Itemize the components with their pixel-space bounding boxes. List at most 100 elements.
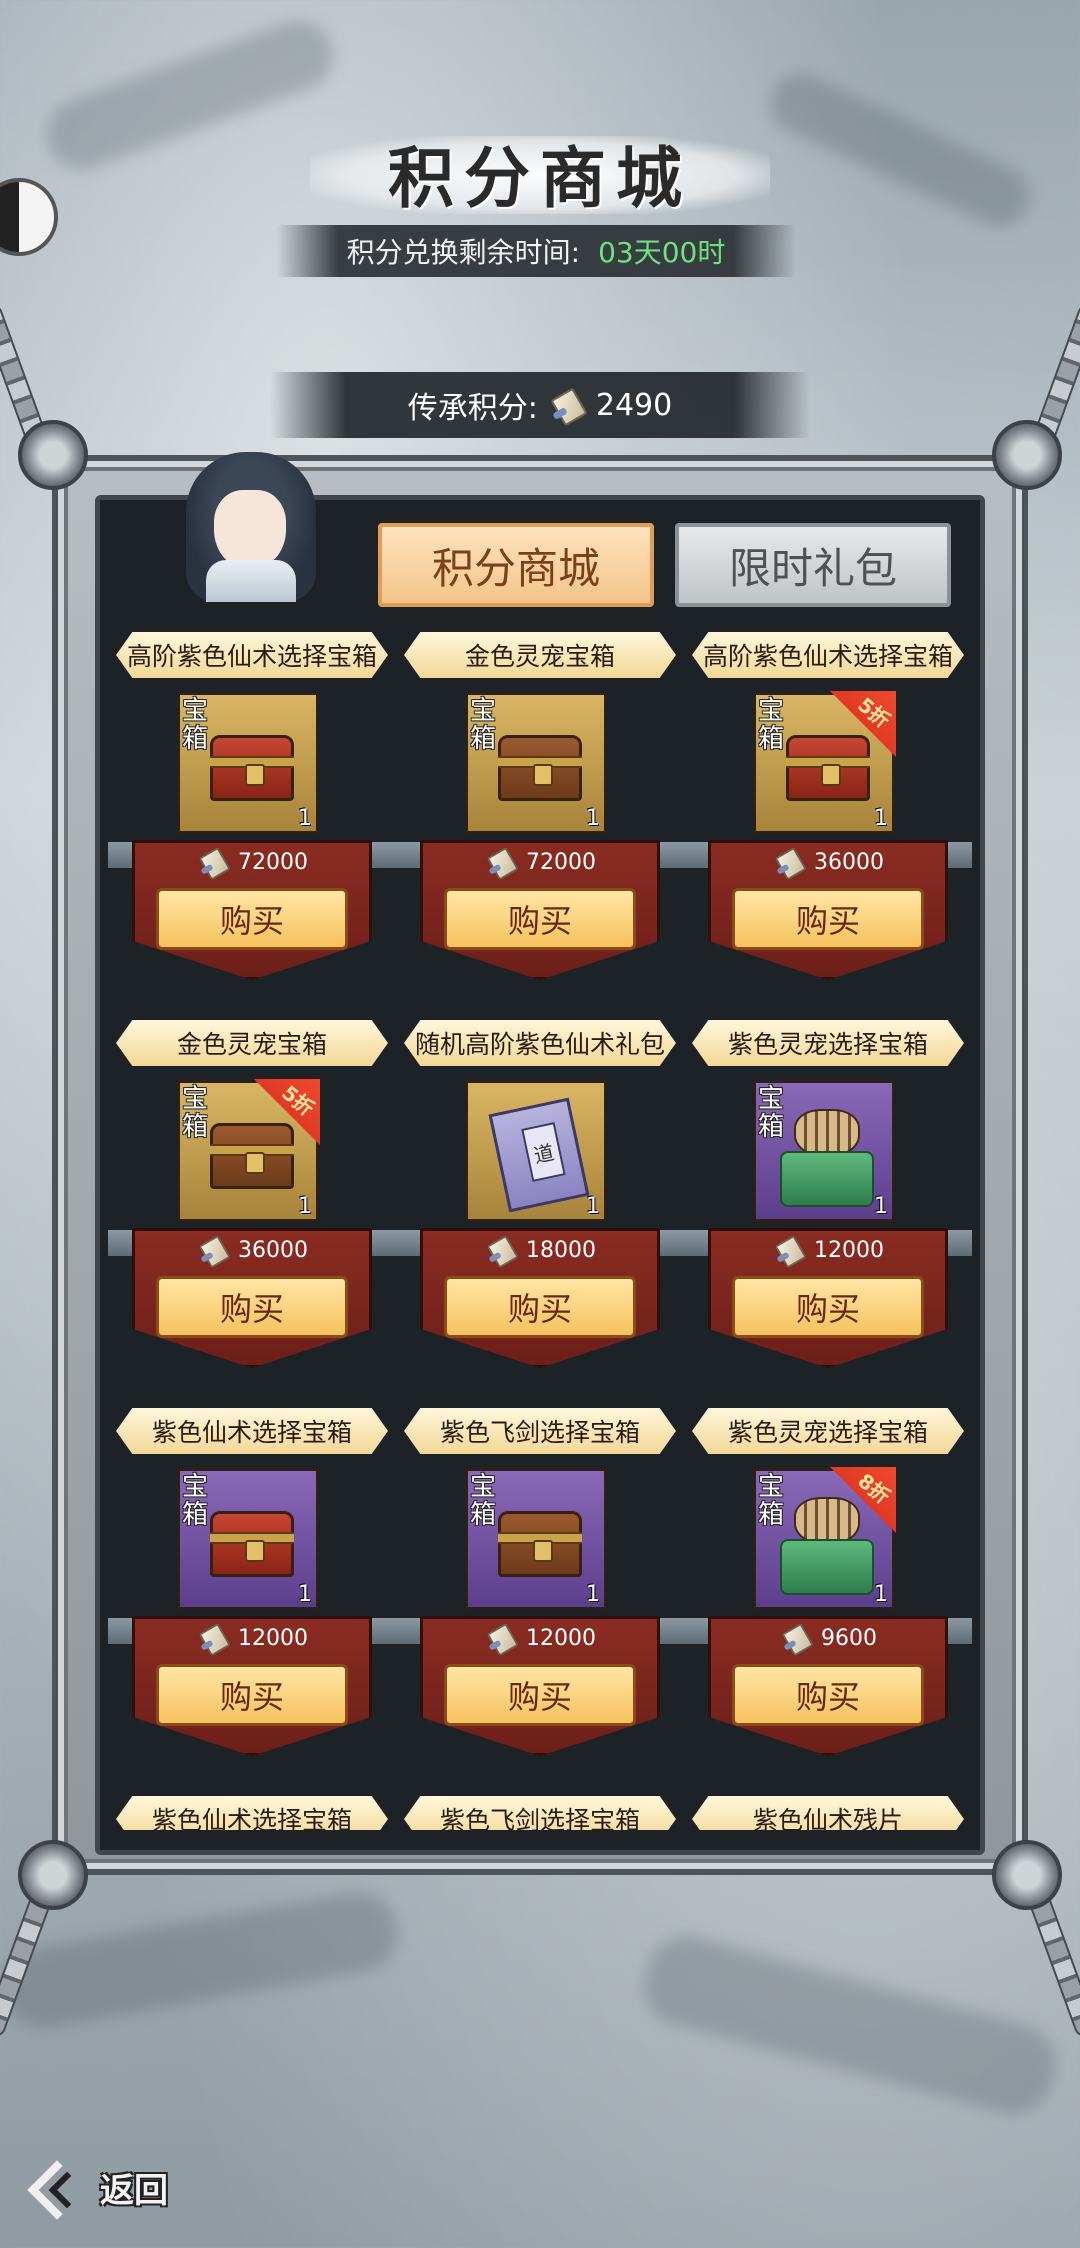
treasure-chest-icon	[210, 1123, 294, 1189]
background-mist	[37, 10, 343, 180]
box-label: 宝箱	[470, 696, 497, 754]
buy-button[interactable]: 购买	[444, 1664, 636, 1726]
treasure-chest-icon	[210, 735, 294, 801]
avatar-robe	[206, 560, 296, 602]
shop-item: 高阶紫色仙术选择宝箱 宝箱 1 72000 购买	[108, 632, 396, 1020]
page-title: 积分商城	[310, 118, 770, 228]
back-arrow-icon	[30, 2157, 90, 2217]
discount-text: 5折	[853, 692, 895, 733]
page-title-text: 积分商城	[388, 139, 692, 217]
buy-button[interactable]: 购买	[444, 888, 636, 950]
background-mist	[635, 1927, 1065, 2123]
item-count: 1	[874, 806, 888, 831]
box-label: 宝箱	[470, 1472, 497, 1530]
shop-item: 高阶紫色仙术选择宝箱 宝箱 1 5折 36000 购买	[684, 632, 972, 1020]
item-name: 紫色灵宠选择宝箱	[692, 1020, 964, 1066]
item-icon-frame[interactable]: 宝箱 1 5折	[753, 691, 896, 834]
item-price: 72000	[238, 849, 308, 875]
shop-item: 紫色灵宠选择宝箱 宝箱 1 12000 购买	[684, 1020, 972, 1408]
scroll-currency-icon	[199, 1624, 228, 1653]
frame-corner	[18, 420, 88, 490]
buy-button[interactable]: 购买	[732, 1276, 924, 1338]
yin-yang-icon	[0, 178, 58, 256]
item-price: 36000	[238, 1237, 308, 1263]
scroll-currency-icon	[487, 848, 516, 877]
item-icon-frame[interactable]: 宝箱 1	[465, 1468, 607, 1610]
price-row: 36000	[708, 844, 948, 880]
item-name: 紫色灵宠选择宝箱	[692, 1408, 964, 1454]
tiger-pet-icon	[780, 1109, 874, 1209]
price-row: 12000	[708, 1232, 948, 1268]
tiger-chest	[780, 1539, 874, 1595]
tab-limited-bundle[interactable]: 限时礼包	[675, 523, 951, 607]
item-price: 12000	[814, 1237, 884, 1263]
item-name: 高阶紫色仙术选择宝箱	[692, 632, 964, 678]
frame-corner	[992, 1840, 1062, 1910]
buy-button[interactable]: 购买	[156, 1664, 348, 1726]
tiger-head	[794, 1109, 860, 1157]
price-row: 12000	[420, 1620, 660, 1656]
shop-item: 金色灵宠宝箱 宝箱 1 5折 36000 购买	[108, 1020, 396, 1408]
box-label: 宝箱	[182, 1084, 209, 1142]
box-label: 宝箱	[182, 696, 209, 754]
item-price: 12000	[526, 1625, 596, 1651]
tiger-chest	[780, 1151, 874, 1207]
item-name: 紫色飞剑选择宝箱	[404, 1796, 676, 1830]
box-label: 宝箱	[758, 1472, 785, 1530]
treasure-chest-icon	[786, 735, 870, 801]
item-count: 1	[586, 1194, 600, 1219]
item-count: 1	[874, 1582, 888, 1607]
item-price: 18000	[526, 1237, 596, 1263]
scroll-currency-icon	[782, 1624, 811, 1653]
skill-book-icon	[488, 1097, 590, 1213]
buy-button[interactable]: 购买	[156, 888, 348, 950]
item-icon-frame[interactable]: 宝箱 1	[465, 692, 607, 834]
item-icon-frame[interactable]: 宝箱 1	[177, 1468, 319, 1610]
timer-label: 积分兑换剩余时间:	[346, 236, 581, 269]
scroll-currency-icon	[199, 1236, 228, 1265]
frame-corner	[992, 420, 1062, 490]
item-count: 1	[586, 1582, 600, 1607]
item-icon-frame[interactable]: 宝箱 1 5折	[177, 1079, 320, 1222]
discount-text: 5折	[277, 1080, 319, 1121]
price-row: 9600	[708, 1620, 948, 1656]
box-label: 宝箱	[182, 1472, 209, 1530]
item-icon-frame[interactable]: 1	[465, 1080, 607, 1222]
box-label: 宝箱	[758, 696, 785, 754]
buy-button[interactable]: 购买	[732, 888, 924, 950]
item-count: 1	[586, 806, 600, 831]
scroll-currency-icon	[487, 1236, 516, 1265]
item-count: 1	[298, 806, 312, 831]
timer-value: 03天00时	[598, 236, 726, 269]
tab-points-shop[interactable]: 积分商城	[378, 523, 654, 607]
buy-button[interactable]: 购买	[156, 1276, 348, 1338]
item-name: 金色灵宠宝箱	[404, 632, 676, 678]
item-icon-frame[interactable]: 宝箱 1 8折	[753, 1467, 896, 1610]
item-name: 紫色仙术残片	[692, 1796, 964, 1830]
item-count: 1	[298, 1582, 312, 1607]
shop-item: 随机高阶紫色仙术礼包 1 18000 购买	[396, 1020, 684, 1408]
avatar	[166, 442, 336, 602]
item-price: 36000	[814, 849, 884, 875]
frame-corner	[18, 1840, 88, 1910]
price-row: 72000	[132, 844, 372, 880]
tiger-pet-icon	[780, 1497, 874, 1597]
item-price: 72000	[526, 849, 596, 875]
treasure-chest-icon	[498, 1511, 582, 1577]
treasure-chest-icon	[210, 1511, 294, 1577]
buy-button[interactable]: 购买	[732, 1664, 924, 1726]
points-value: 2490	[595, 387, 673, 423]
item-icon-frame[interactable]: 宝箱 1	[753, 1080, 895, 1222]
item-name: 金色灵宠宝箱	[116, 1020, 388, 1066]
price-row: 72000	[420, 844, 660, 880]
buy-button[interactable]: 购买	[444, 1276, 636, 1338]
shop-item: 紫色灵宠选择宝箱 宝箱 1 8折 9600 购买	[684, 1408, 972, 1796]
treasure-chest-icon	[498, 735, 582, 801]
item-icon-frame[interactable]: 宝箱 1	[177, 692, 319, 834]
points-balance: 传承积分: 2490	[270, 372, 810, 438]
box-label: 宝箱	[758, 1084, 785, 1142]
item-grid: 高阶紫色仙术选择宝箱 宝箱 1 72000 购买 金色灵宠宝箱 宝箱 1 720…	[108, 632, 972, 1830]
back-button[interactable]: 返回	[30, 2152, 200, 2222]
item-price: 12000	[238, 1625, 308, 1651]
shop-item: 紫色仙术残片	[684, 1796, 972, 1830]
